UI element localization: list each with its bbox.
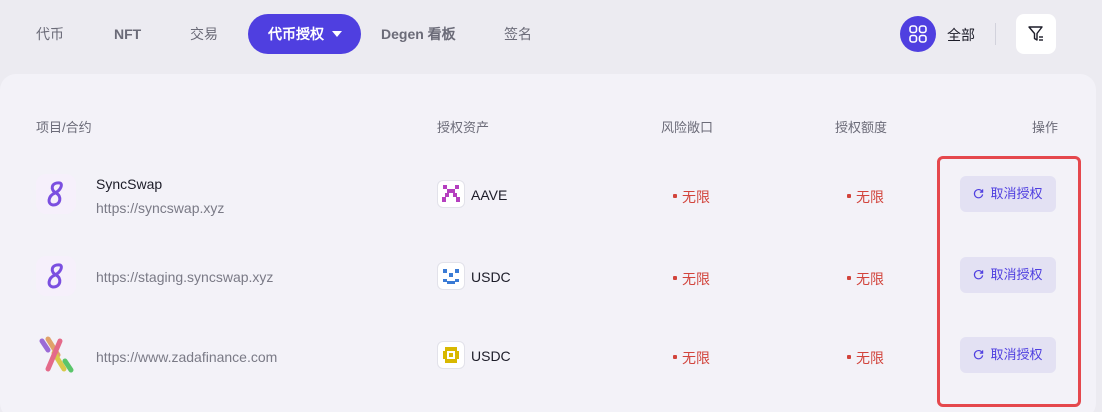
divider (995, 23, 996, 45)
table-row: SyncSwap https://syncswap.xyz AAVE 无限 无限… (0, 155, 1102, 235)
grid-icon (909, 25, 927, 43)
approval-amount: 无限 (847, 187, 884, 207)
tab-transactions[interactable]: 交易 (190, 14, 218, 54)
revoke-button-label: 取消授权 (990, 347, 1043, 362)
tab-degen-board[interactable]: Degen 看板 (381, 14, 456, 54)
header-amount: 授权额度 (835, 120, 888, 135)
asset-name: AAVE (471, 187, 508, 203)
top-navigation: 代币 NFT 交易 代币授权 Degen 看板 签名 全部 (0, 0, 1102, 70)
caret-down-icon (332, 31, 342, 38)
revoke-button-label: 取消授权 (990, 186, 1043, 201)
project-url[interactable]: https://www.zadafinance.com (96, 349, 277, 365)
tab-nft[interactable]: NFT (114, 14, 141, 54)
syncswap-logo-icon (36, 174, 76, 214)
usdc-token-icon (437, 341, 465, 369)
revoke-button[interactable]: 取消授权 (960, 257, 1056, 293)
table-row: https://www.zadafinance.com USDC 无限 无限 取… (0, 316, 1102, 396)
aave-token-icon (437, 180, 465, 208)
tab-token-approvals[interactable]: 代币授权 (248, 14, 361, 54)
approval-amount: 无限 (847, 348, 884, 368)
project-name: SyncSwap (96, 176, 163, 192)
tab-token-approvals-label: 代币授权 (268, 26, 324, 42)
tab-signatures[interactable]: 签名 (504, 14, 532, 54)
filter-icon (1028, 26, 1043, 41)
table-row: https://staging.syncswap.xyz USDC 无限 无限 … (0, 236, 1102, 316)
risk-exposure: 无限 (673, 187, 710, 207)
project-url[interactable]: https://syncswap.xyz (96, 200, 224, 216)
filter-button[interactable] (1016, 14, 1056, 54)
refresh-icon (974, 270, 984, 280)
risk-exposure: 无限 (673, 348, 710, 368)
revoke-button-label: 取消授权 (990, 267, 1043, 282)
approval-amount: 无限 (847, 269, 884, 289)
project-url[interactable]: https://staging.syncswap.xyz (96, 269, 273, 285)
chain-selector-button[interactable] (900, 16, 936, 52)
zadafinance-logo-icon (36, 335, 76, 375)
chain-selector-label[interactable]: 全部 (947, 25, 975, 45)
refresh-icon (974, 189, 984, 199)
header-risk: 风险敞口 (661, 120, 714, 135)
refresh-icon (974, 350, 984, 360)
revoke-button[interactable]: 取消授权 (960, 337, 1056, 373)
revoke-button[interactable]: 取消授权 (960, 176, 1056, 212)
asset-name: USDC (471, 348, 511, 364)
header-project: 项目/合约 (36, 120, 92, 135)
tab-tokens[interactable]: 代币 (36, 14, 64, 54)
syncswap-logo-icon (36, 256, 76, 296)
header-asset: 授权资产 (437, 120, 490, 135)
risk-exposure: 无限 (673, 269, 710, 289)
header-action: 操作 (1032, 120, 1059, 135)
asset-name: USDC (471, 269, 511, 285)
usdc-token-icon (437, 262, 465, 290)
